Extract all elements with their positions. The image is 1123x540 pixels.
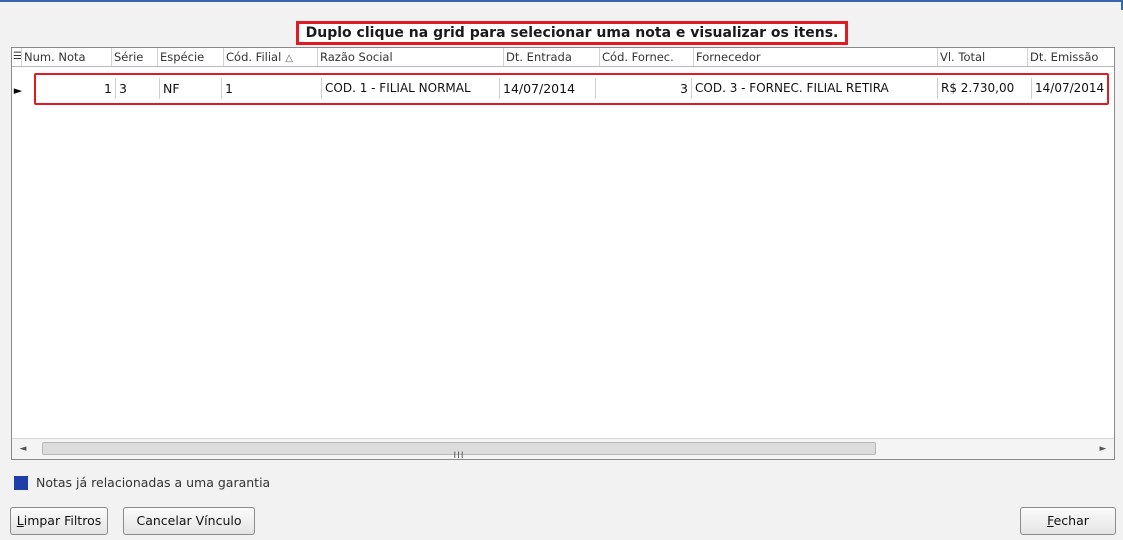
column-header-dt-emissao[interactable]: Dt. Emissão <box>1028 48 1114 66</box>
column-header-cod-filial-label: Cód. Filial <box>226 50 282 64</box>
limpar-filtros-button[interactable]: Limpar Filtros <box>10 507 108 535</box>
instruction-banner: Duplo clique na grid para selecionar uma… <box>296 21 848 45</box>
cell-dt-emissao: 14/07/2014 <box>1035 81 1105 95</box>
cancelar-vinculo-button[interactable]: Cancelar Vínculo <box>123 507 255 535</box>
column-header-fornecedor[interactable]: Fornecedor <box>694 48 938 66</box>
window-border <box>0 0 1123 10</box>
cell-dt-entrada: 14/07/2014 <box>500 78 596 99</box>
cell-vl-total: R$ 2.730,00 <box>938 78 1032 99</box>
grid-header: ☰ Num. Nota Série Espécie Cód. Filial △ R… <box>12 48 1114 67</box>
scroll-right-icon[interactable]: ► <box>1094 439 1112 459</box>
column-header-razao-social[interactable]: Razão Social <box>318 48 504 66</box>
column-header-cod-fornec[interactable]: Cód. Fornec. <box>600 48 694 66</box>
legend-label: Notas já relacionadas a uma garantia <box>36 475 271 490</box>
fechar-button[interactable]: Fechar <box>1020 507 1116 535</box>
horizontal-scrollbar[interactable]: ◄ III ► <box>12 438 1114 459</box>
cell-num-nota: 1 <box>36 78 116 99</box>
column-header-num-nota[interactable]: Num. Nota <box>22 48 112 66</box>
notes-grid[interactable]: ☰ Num. Nota Série Espécie Cód. Filial △ R… <box>11 47 1115 460</box>
legend: Notas já relacionadas a uma garantia <box>11 474 270 492</box>
current-row-indicator-icon: ► <box>13 84 23 97</box>
column-header-cod-filial[interactable]: Cód. Filial △ <box>224 48 318 66</box>
cell-serie: 3 <box>116 78 160 99</box>
scroll-left-icon[interactable]: ◄ <box>14 439 32 459</box>
column-chooser-icon[interactable]: ☰ <box>12 48 22 66</box>
column-header-especie[interactable]: Espécie <box>158 48 224 66</box>
table-row[interactable]: ► 1 3 NF 1 COD. 1 - FILIAL NORMAL 14/07/… <box>12 67 1114 105</box>
legend-color-swatch <box>14 476 28 490</box>
sort-ascending-icon: △ <box>285 53 293 64</box>
cell-cod-filial: 1 <box>222 78 322 99</box>
cell-razao-social: COD. 1 - FILIAL NORMAL <box>322 78 500 99</box>
cell-especie: NF <box>160 78 222 99</box>
column-header-vl-total[interactable]: Vl. Total <box>938 48 1028 66</box>
cell-cod-fornec: 3 <box>596 78 692 99</box>
column-header-serie[interactable]: Série <box>112 48 158 66</box>
column-header-dt-entrada[interactable]: Dt. Entrada <box>504 48 600 66</box>
scroll-thumb[interactable]: III <box>42 442 876 459</box>
cell-fornecedor: COD. 3 - FORNEC. FILIAL RETIRA <box>692 78 938 99</box>
scroll-grip-icon: III <box>453 451 465 460</box>
